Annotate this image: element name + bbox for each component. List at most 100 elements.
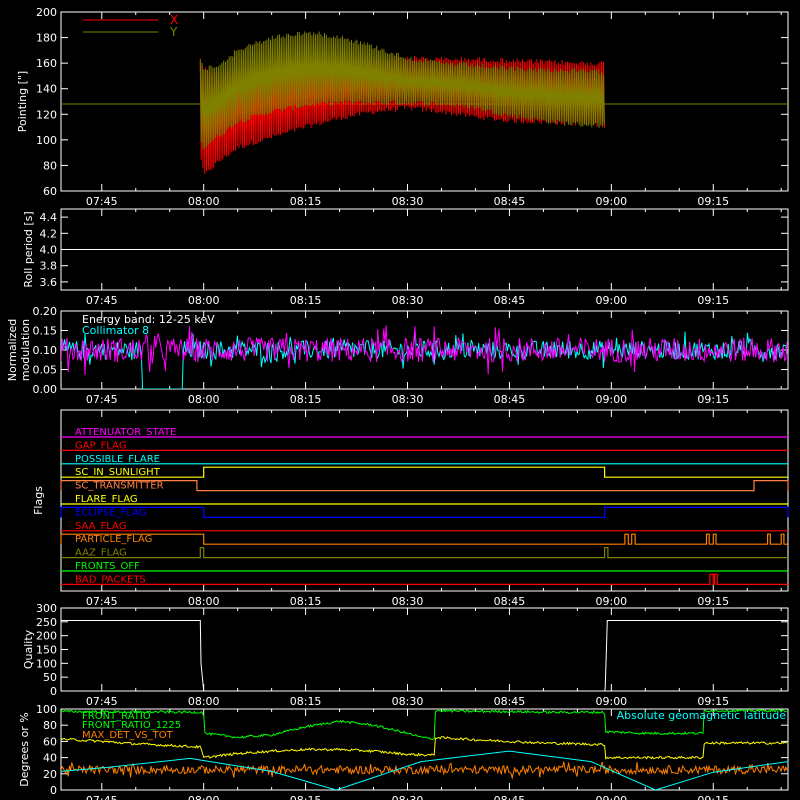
x-tick-label: 09:15 (697, 195, 729, 208)
flag-label: SC_IN_SUNLIGHT (75, 467, 161, 478)
x-tick-label: 08:45 (494, 695, 526, 708)
x-tick-label: 07:45 (86, 794, 118, 800)
x-tick-label: 07:45 (86, 393, 118, 406)
flag-label: ATTENUATOR_STATE (75, 427, 176, 438)
y-tick-label: 50 (43, 671, 57, 684)
y-axis-label: Quality (22, 629, 35, 669)
x-tick-label: 08:15 (290, 393, 322, 406)
x-tick-label: 08:30 (392, 695, 424, 708)
x-tick-label: 09:15 (697, 294, 729, 307)
y-tick-label: 60 (43, 185, 57, 198)
flag-label: SAA_FLAG (75, 521, 126, 532)
flag-label: ECLIPSE_FLAG (75, 507, 146, 518)
y-axis-label: Roll period [s] (22, 211, 35, 287)
x-tick-label: 08:30 (392, 294, 424, 307)
y-tick-label: 20 (43, 768, 57, 781)
y-axis-label: Flags (32, 486, 45, 515)
legend-label: MAX_DET_VS_TOT (82, 730, 174, 741)
flag-label: SC_TRANSMITTER (75, 481, 164, 492)
x-tick-label: 09:15 (697, 393, 729, 406)
x-tick-label: 07:45 (86, 695, 118, 708)
x-tick-label: 08:45 (494, 595, 526, 608)
flag-line-particle-flag (60, 533, 788, 545)
y-tick-label: 3.8 (40, 260, 58, 273)
flag-line-aaz-flag (61, 547, 788, 559)
y-tick-label: 150 (36, 644, 57, 657)
flag-line-sc-in-sunlight (61, 466, 788, 478)
panel-4: 07:45 08:00 08:15 08:30 08:45 09:00 09:15 Flags… (32, 409, 789, 608)
flag-label: PARTICLE_FLAG (75, 534, 152, 545)
flag-line-sc-transmitter (60, 480, 789, 492)
y-tick-label: 200 (36, 6, 57, 19)
y-axis-label: Normalized (6, 319, 19, 381)
x-tick-label: 08:15 (290, 294, 322, 307)
x-tick-label: 08:45 (494, 393, 526, 406)
y-tick-label: 80 (43, 719, 57, 732)
y-tick-label: 250 (36, 616, 57, 629)
x-tick-label: 09:15 (697, 695, 729, 708)
x-tick-label: 08:30 (392, 794, 424, 800)
series-line-magenta (61, 325, 788, 375)
x-tick-label: 07:45 (86, 294, 118, 307)
y-tick-label: 0 (50, 784, 57, 797)
x-tick-label: 08:30 (392, 195, 424, 208)
x-tick-label: 09:00 (595, 195, 627, 208)
y-tick-label: 0.10 (33, 344, 58, 357)
y-tick-label: 100 (36, 134, 57, 147)
panel-3: 07:45 08:00 08:15 08:30 08:45 09:00 09:15 0.00 0… (6, 305, 789, 406)
x-tick-label: 09:15 (697, 595, 729, 608)
x-tick-label: 08:00 (188, 294, 220, 307)
y-tick-label: 60 (43, 735, 57, 748)
y-axis-label: Degrees or % (18, 712, 31, 786)
y-tick-label: 200 (36, 630, 57, 643)
panel-5: 07:45 08:00 08:15 08:30 08:45 09:00 09:15 05010… (22, 602, 789, 708)
x-tick-label: 08:30 (392, 595, 424, 608)
x-tick-label: 08:45 (494, 794, 526, 800)
series-line-max-det-vs-tot (61, 761, 788, 780)
x-tick-label: 09:00 (595, 595, 627, 608)
x-tick-label: 08:30 (392, 393, 424, 406)
y-tick-label: 3.6 (40, 276, 58, 289)
y-tick-label: 0 (50, 685, 57, 698)
y-tick-label: 100 (36, 657, 57, 670)
flag-label: POSSIBLE_FLARE (75, 454, 160, 465)
y-tick-label: 160 (36, 57, 57, 70)
annotation-collimator: Collimator 8 (82, 324, 149, 337)
x-tick-label: 08:45 (494, 195, 526, 208)
panel-2: 07:45 08:00 08:15 08:30 08:45 09:00 09:15 3.6 3.… (22, 208, 789, 307)
quality-line (61, 620, 788, 692)
y-tick-label: 180 (36, 32, 57, 45)
y-tick-label: 0.00 (33, 383, 58, 396)
legend-label: Y (169, 25, 178, 39)
x-tick-label: 09:00 (595, 794, 627, 800)
flag-line-bad-packets (61, 573, 788, 585)
y-tick-label: 0.15 (33, 325, 58, 338)
x-tick-label: 09:15 (697, 794, 729, 800)
y-tick-label: 4.2 (40, 227, 58, 240)
y-tick-label: 4.0 (40, 244, 58, 257)
y-tick-label: 140 (36, 83, 57, 96)
x-tick-label: 08:15 (290, 794, 322, 800)
flag-label: FRONTS_OFF (75, 561, 140, 572)
x-tick-label: 08:00 (188, 195, 220, 208)
x-tick-label: 09:00 (595, 393, 627, 406)
x-tick-label: 08:15 (290, 595, 322, 608)
panel-1: 07:45 08:00 08:15 08:30 08:45 09:00 09:15 60 80 1… (16, 6, 789, 208)
panel-6: 07:45 08:00 08:15 08:30 08:45 09:00 09:15 0 20 40… (18, 703, 789, 800)
x-tick-label: 07:45 (86, 595, 118, 608)
y-tick-label: 0.05 (33, 364, 58, 377)
chart-canvas: 07:45 08:00 08:15 08:30 08:45 09:00 09:15 60 80 1… (6, 6, 789, 800)
y-tick-label: 80 (43, 159, 57, 172)
x-tick-label: 08:00 (188, 695, 220, 708)
flag-label: BAD_PACKETS (75, 574, 146, 585)
y-tick-label: 0.20 (33, 305, 58, 318)
y-tick-label: 4.4 (40, 211, 58, 224)
flag-label: GAP_FLAG (75, 440, 127, 451)
y-tick-label: 100 (36, 703, 57, 716)
flag-label: FLARE_FLAG (75, 494, 138, 505)
flag-label: AAZ_FLAG (75, 548, 127, 559)
x-tick-label: 09:00 (595, 695, 627, 708)
x-tick-label: 08:15 (290, 695, 322, 708)
x-tick-label: 09:00 (595, 294, 627, 307)
flag-line-eclipse-flag (60, 506, 789, 518)
